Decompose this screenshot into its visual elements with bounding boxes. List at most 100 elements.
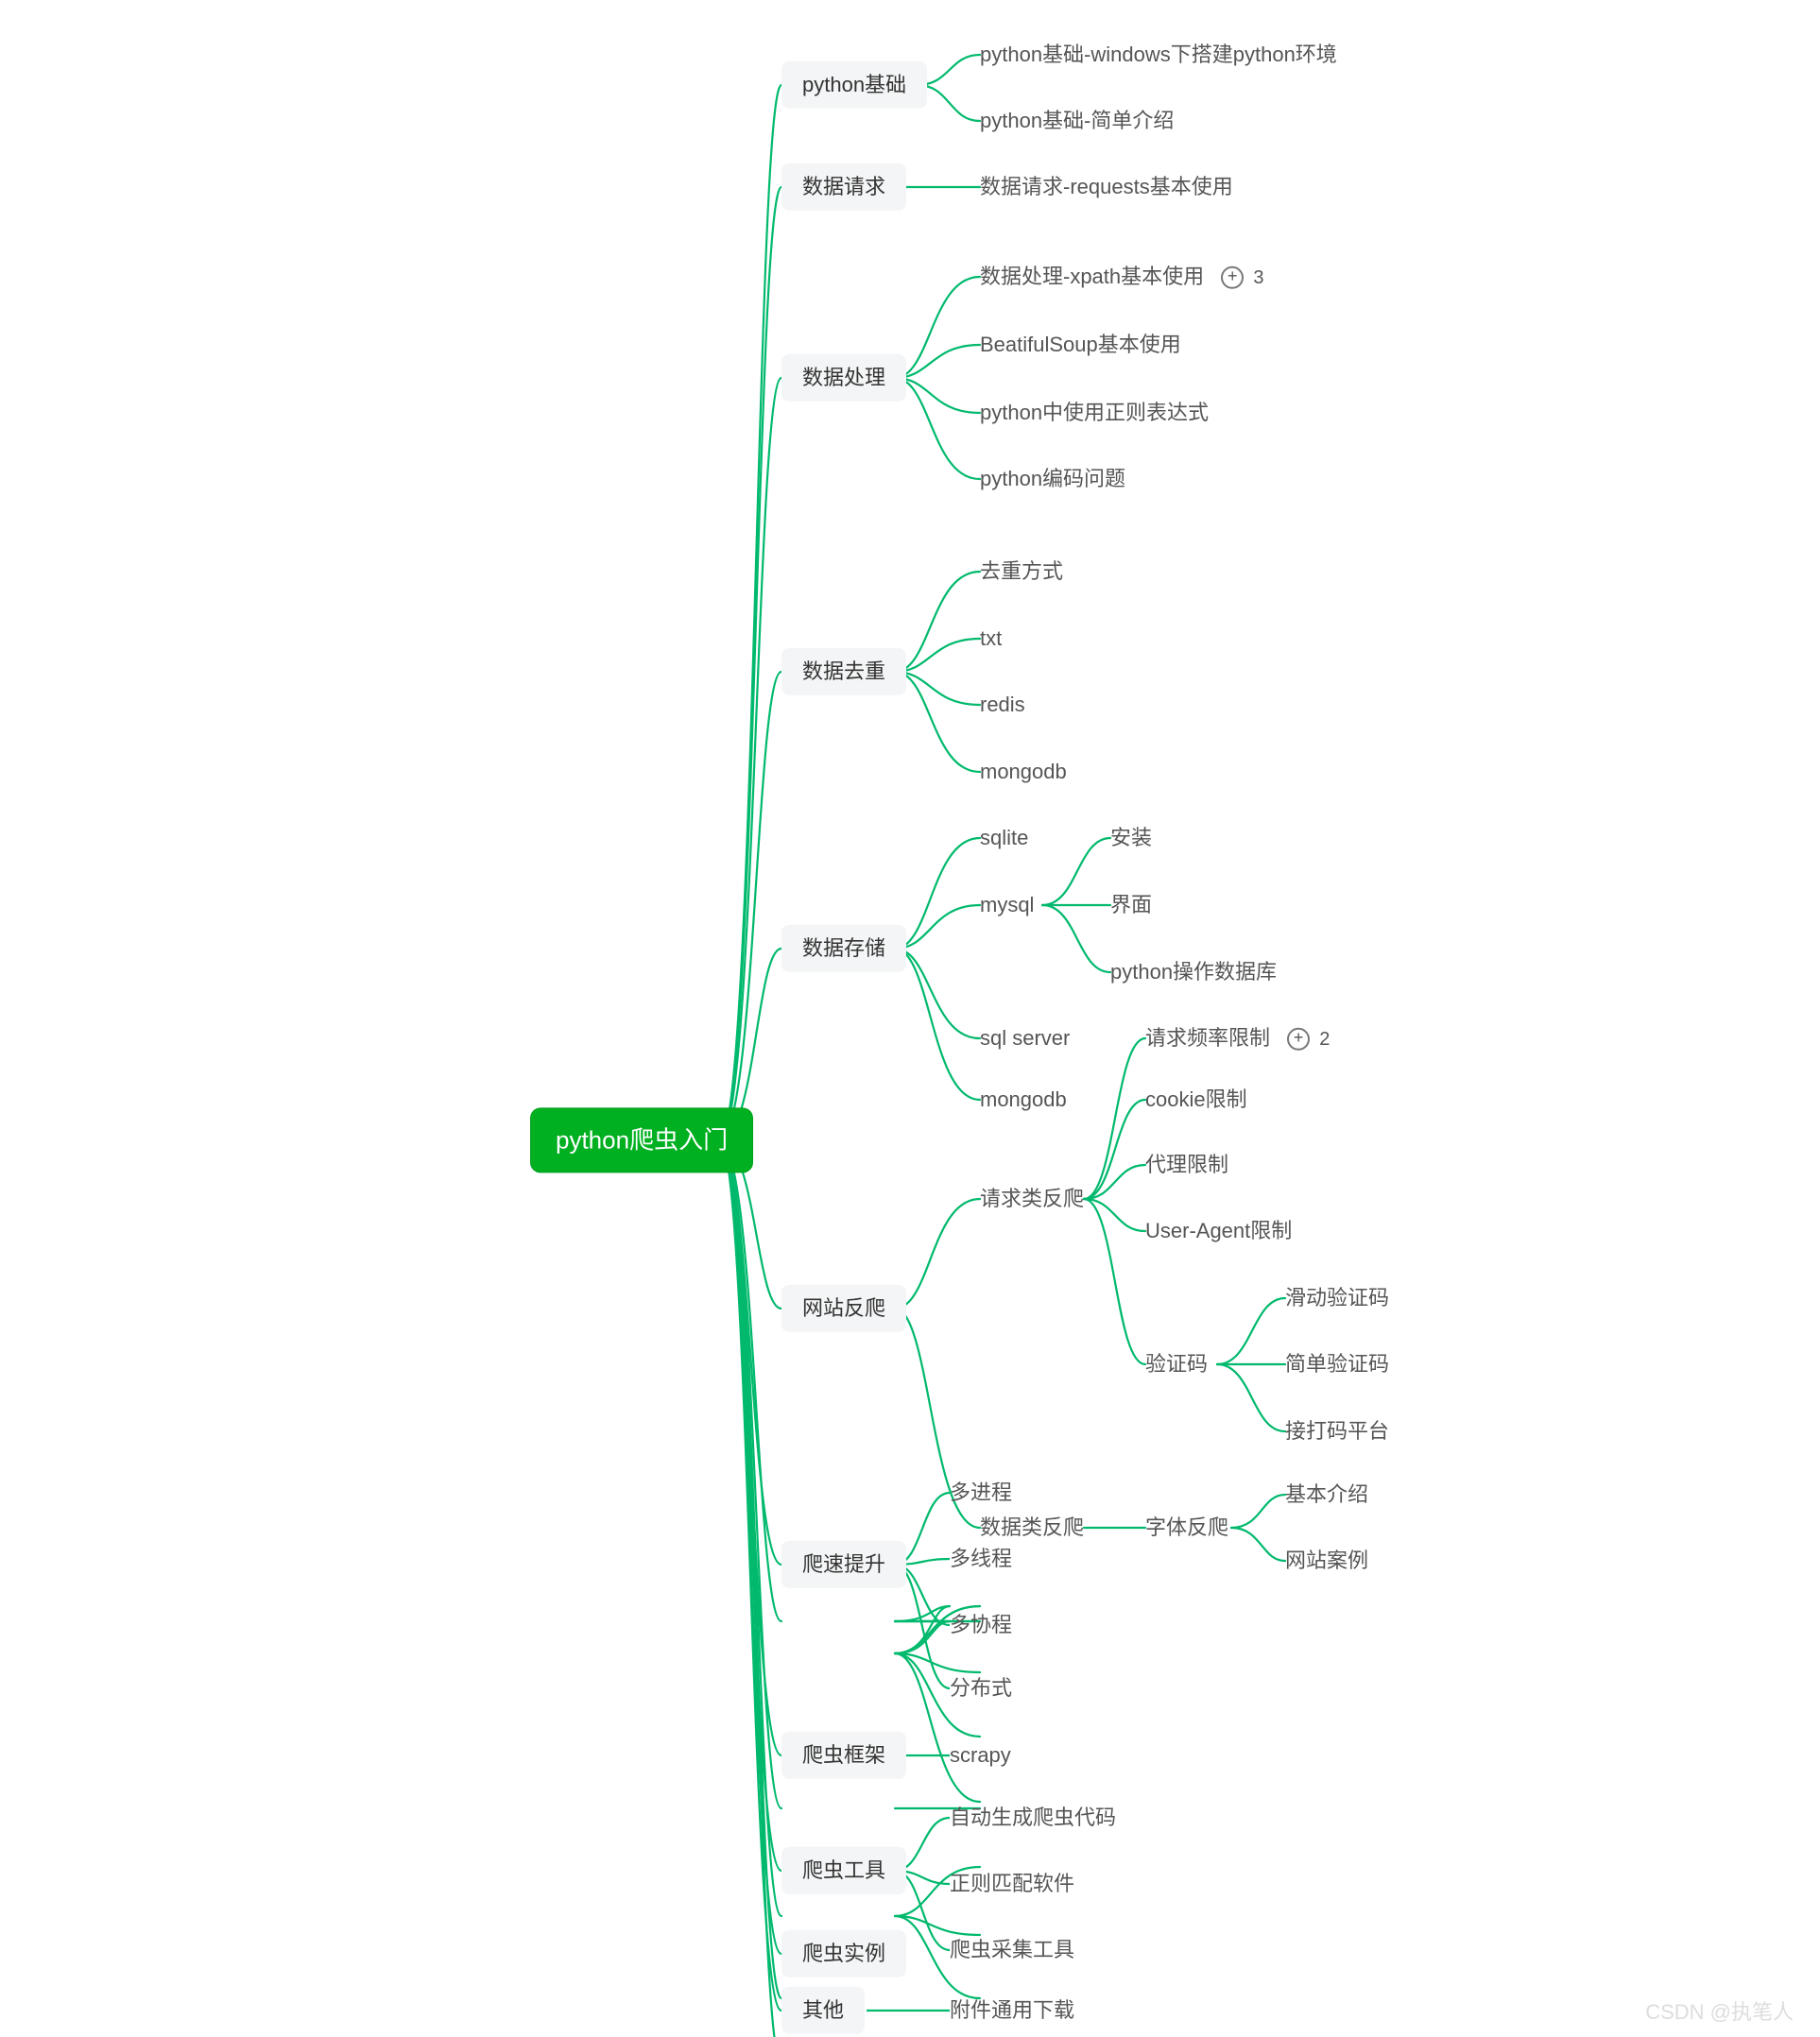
label: 分布式 [950,1676,1012,1700]
label: python中使用正则表达式 [980,401,1209,424]
leaf-store-mysql[interactable]: mysql [980,893,1034,917]
expand-icon[interactable]: + [1287,1028,1310,1051]
leaf-mysql-python-op[interactable]: python操作数据库 [1110,960,1277,984]
leaf-font-anticrawl[interactable]: 字体反爬 [1145,1515,1228,1540]
leaf-useragent-limit[interactable]: User-Agent限制 [1145,1219,1292,1243]
label: 爬虫实例 [802,1942,885,1965]
leaf-dedup-method[interactable]: 去重方式 [980,559,1063,584]
branch-examples[interactable]: 爬虫实例 [781,1930,906,1977]
leaf-autogen-code[interactable]: 自动生成爬虫代码 [950,1806,1116,1830]
leaf-attachment-download[interactable]: 附件通用下载 [950,1998,1074,2023]
label: 字体反爬 [1145,1515,1228,1539]
root-label: python爬虫入门 [556,1125,728,1154]
leaf-mysql-ui[interactable]: 界面 [1110,893,1152,917]
label: 代理限制 [1145,1153,1228,1176]
label: 爬虫框架 [802,1743,885,1767]
leaf-scrapy[interactable]: scrapy [950,1743,1011,1768]
leaf-store-sqlserver[interactable]: sql server [980,1026,1070,1051]
leaf-font-intro[interactable]: 基本介绍 [1285,1482,1368,1507]
leaf-python-encoding[interactable]: python编码问题 [980,467,1125,491]
leaf-requests-basic[interactable]: 数据请求-requests基本使用 [980,175,1233,199]
expand-icon[interactable]: + [1221,266,1244,289]
label: 数据存储 [802,936,885,960]
label: sqlite [980,826,1028,849]
branch-python-basics[interactable]: python基础 [781,61,927,109]
label: python基础-简单介绍 [980,109,1174,132]
edges-layer [0,0,1820,2037]
label: 数据类反爬 [980,1515,1084,1539]
leaf-store-sqlite[interactable]: sqlite [980,826,1028,850]
leaf-request-anticrawl[interactable]: 请求类反爬 [980,1187,1084,1211]
label: 附件通用下载 [950,1998,1074,2022]
leaf-slider-captcha[interactable]: 滑动验证码 [1285,1286,1389,1310]
label: python编码问题 [980,467,1125,490]
label: python基础 [802,73,906,96]
leaf-collect-tool[interactable]: 爬虫采集工具 [950,1938,1074,1962]
label: 爬速提升 [802,1552,885,1576]
branch-anti-crawl[interactable]: 网站反爬 [781,1285,906,1332]
label: 多进程 [950,1481,1012,1504]
label: cookie限制 [1145,1087,1247,1111]
leaf-dedup-txt[interactable]: txt [980,626,1002,651]
leaf-py-basics-windows-env[interactable]: python基础-windows下搭建python环境 [980,43,1337,67]
label: 接打码平台 [1285,1419,1389,1443]
watermark: CSDN @执笔人 [1645,1995,1794,2026]
label: 网站案例 [1285,1549,1368,1572]
label: 数据请求 [802,175,885,198]
label: 简单验证码 [1285,1352,1389,1376]
branch-data-store[interactable]: 数据存储 [781,925,906,972]
label: 请求类反爬 [980,1187,1084,1210]
label: 基本介绍 [1285,1482,1368,1506]
leaf-rate-limit[interactable]: 请求频率限制 + 2 [1145,1026,1330,1051]
leaf-font-case[interactable]: 网站案例 [1285,1549,1368,1573]
branch-other[interactable]: 其他 [781,1987,865,2034]
leaf-dedup-redis[interactable]: redis [980,693,1025,717]
branch-tools[interactable]: 爬虫工具 [781,1847,906,1894]
label: 自动生成爬虫代码 [950,1806,1116,1829]
leaf-captcha[interactable]: 验证码 [1145,1352,1208,1377]
branch-framework[interactable]: 爬虫框架 [781,1732,906,1779]
leaf-dedup-mongodb[interactable]: mongodb [980,760,1067,784]
branch-data-process[interactable]: 数据处理 [781,354,906,402]
label: 界面 [1110,893,1152,916]
label: 安装 [1110,826,1152,849]
watermark-text: CSDN @执笔人 [1645,2000,1794,2024]
label: scrapy [950,1743,1011,1767]
leaf-coroutine[interactable]: 多协程 [950,1613,1012,1637]
leaf-python-regex[interactable]: python中使用正则表达式 [980,401,1209,425]
collapsed-count: 2 [1319,1028,1330,1051]
label: 数据处理 [802,366,885,389]
leaf-simple-captcha[interactable]: 简单验证码 [1285,1352,1389,1377]
label: 网站反爬 [802,1296,885,1320]
branch-speedup[interactable]: 爬速提升 [781,1541,906,1588]
label: 滑动验证码 [1285,1286,1389,1310]
leaf-data-anticrawl[interactable]: 数据类反爬 [980,1515,1084,1540]
label: 请求频率限制 [1145,1026,1270,1050]
leaf-py-basics-intro[interactable]: python基础-简单介绍 [980,109,1174,133]
label: sql server [980,1026,1070,1050]
leaf-proxy-limit[interactable]: 代理限制 [1145,1153,1228,1177]
label: 数据处理-xpath基本使用 [980,265,1204,288]
leaf-store-mongodb[interactable]: mongodb [980,1087,1067,1112]
label: mysql [980,893,1034,916]
leaf-cookie-limit[interactable]: cookie限制 [1145,1087,1247,1112]
label: 验证码 [1145,1352,1208,1376]
root-node[interactable]: python爬虫入门 [531,1108,752,1172]
label: BeatifulSoup基本使用 [980,333,1181,356]
label: 数据请求-requests基本使用 [980,175,1233,198]
label: 去重方式 [980,559,1063,583]
leaf-regex-software[interactable]: 正则匹配软件 [950,1872,1074,1896]
label: 爬虫工具 [802,1858,885,1882]
branch-data-request[interactable]: 数据请求 [781,163,906,211]
leaf-multithread[interactable]: 多线程 [950,1547,1012,1571]
leaf-mysql-install[interactable]: 安装 [1110,826,1152,850]
leaf-distributed[interactable]: 分布式 [950,1676,1012,1701]
leaf-multiprocess[interactable]: 多进程 [950,1481,1012,1505]
leaf-xpath-basic[interactable]: 数据处理-xpath基本使用 + 3 [980,265,1264,289]
label: txt [980,626,1002,650]
label: 数据去重 [802,659,885,683]
label: redis [980,693,1025,716]
leaf-beautifulsoup[interactable]: BeatifulSoup基本使用 [980,333,1181,357]
branch-data-dedup[interactable]: 数据去重 [781,648,906,695]
leaf-coding-platform[interactable]: 接打码平台 [1285,1419,1389,1444]
